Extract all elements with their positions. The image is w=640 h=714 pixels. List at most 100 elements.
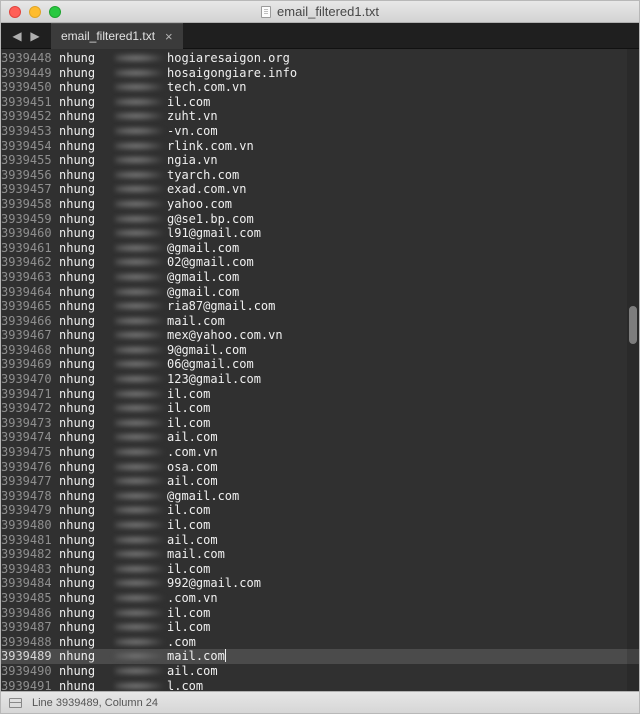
editor-line[interactable]: 3939476nhungosa.com — [1, 460, 639, 475]
editor-line[interactable]: 3939450nhungtech.com.vn — [1, 80, 639, 95]
window-title: email_filtered1.txt — [1, 4, 639, 19]
col-domain: il.com — [167, 620, 639, 635]
redacted-segment — [115, 680, 167, 691]
editor-line[interactable]: 3939449nhunghosaigongiare.info — [1, 66, 639, 81]
editor-window: email_filtered1.txt ◀ ▶ email_filtered1.… — [0, 0, 640, 714]
editor-line[interactable]: 3939473nhungil.com — [1, 416, 639, 431]
col-username: nhung — [59, 66, 115, 81]
redacted-segment — [115, 519, 167, 531]
redacted-segment — [115, 475, 167, 487]
line-number: 3939482 — [1, 547, 59, 562]
nav-forward-icon[interactable]: ▶ — [27, 29, 43, 43]
col-domain: @gmail.com — [167, 270, 639, 285]
col-username: nhung — [59, 562, 115, 577]
scrollbar[interactable] — [627, 49, 639, 691]
col-username: nhung — [59, 241, 115, 256]
editor-line[interactable]: 3939461nhung@gmail.com — [1, 241, 639, 256]
editor-line[interactable]: 3939463nhung@gmail.com — [1, 270, 639, 285]
editor-line[interactable]: 3939489nhungmail.com — [1, 649, 639, 664]
col-username: nhung — [59, 80, 115, 95]
editor-line[interactable]: 3939470nhung123@gmail.com — [1, 372, 639, 387]
redacted-segment — [115, 650, 167, 662]
col-domain: il.com — [167, 387, 639, 402]
editor-line[interactable]: 3939491nhungl.com — [1, 679, 639, 691]
redacted-segment — [115, 67, 167, 79]
editor-line[interactable]: 3939464nhung@gmail.com — [1, 285, 639, 300]
editor-line[interactable]: 3939465nhungria87@gmail.com — [1, 299, 639, 314]
nav-back-icon[interactable]: ◀ — [9, 29, 25, 43]
tab-bar: ◀ ▶ email_filtered1.txt × — [1, 23, 639, 49]
redacted-segment — [115, 125, 167, 137]
editor-line[interactable]: 3939467nhungmex@yahoo.com.vn — [1, 328, 639, 343]
col-username: nhung — [59, 226, 115, 241]
col-username: nhung — [59, 576, 115, 591]
scrollbar-thumb[interactable] — [629, 306, 637, 344]
line-number: 3939451 — [1, 95, 59, 110]
editor-line[interactable]: 3939457nhungexad.com.vn — [1, 182, 639, 197]
redacted-segment — [115, 402, 167, 414]
col-domain: 06@gmail.com — [167, 357, 639, 372]
col-domain: il.com — [167, 401, 639, 416]
editor-line[interactable]: 3939468nhung9@gmail.com — [1, 343, 639, 358]
redacted-segment — [115, 358, 167, 370]
editor-line[interactable]: 3939451nhungil.com — [1, 95, 639, 110]
col-username: nhung — [59, 124, 115, 139]
line-number: 3939487 — [1, 620, 59, 635]
maximize-icon[interactable] — [49, 6, 61, 18]
editor-line[interactable]: 3939455nhungngia.vn — [1, 153, 639, 168]
editor-line[interactable]: 3939469nhung06@gmail.com — [1, 357, 639, 372]
close-icon[interactable] — [9, 6, 21, 18]
col-username: nhung — [59, 153, 115, 168]
editor-line[interactable]: 3939460nhungl91@gmail.com — [1, 226, 639, 241]
col-username: nhung — [59, 343, 115, 358]
tab-active[interactable]: email_filtered1.txt × — [51, 23, 183, 49]
editor-line[interactable]: 3939484nhung992@gmail.com — [1, 576, 639, 591]
editor-line[interactable]: 3939452nhungzuht.vn — [1, 109, 639, 124]
col-domain: @gmail.com — [167, 241, 639, 256]
editor-line[interactable]: 3939485nhung.com.vn — [1, 591, 639, 606]
editor-line[interactable]: 3939486nhungil.com — [1, 606, 639, 621]
editor-line[interactable]: 3939458nhungyahoo.com — [1, 197, 639, 212]
line-number: 3939453 — [1, 124, 59, 139]
col-domain: .com — [167, 635, 639, 650]
editor-line[interactable]: 3939459nhungg@se1.bp.com — [1, 212, 639, 227]
col-username: nhung — [59, 489, 115, 504]
editor-line[interactable]: 3939488nhung.com — [1, 635, 639, 650]
editor-line[interactable]: 3939448nhunghogiaresaigon.org — [1, 51, 639, 66]
editor-area[interactable]: 3939448nhunghogiaresaigon.org3939449nhun… — [1, 49, 639, 691]
editor-line[interactable]: 3939462nhung02@gmail.com — [1, 255, 639, 270]
col-username: nhung — [59, 547, 115, 562]
editor-line[interactable]: 3939456nhungtyarch.com — [1, 168, 639, 183]
line-number: 3939469 — [1, 357, 59, 372]
redacted-segment — [115, 256, 167, 268]
editor-line[interactable]: 3939477nhungail.com — [1, 474, 639, 489]
editor-line[interactable]: 3939466nhungmail.com — [1, 314, 639, 329]
editor-line[interactable]: 3939474nhungail.com — [1, 430, 639, 445]
editor-line[interactable]: 3939475nhung.com.vn — [1, 445, 639, 460]
editor-line[interactable]: 3939483nhungil.com — [1, 562, 639, 577]
editor-line[interactable]: 3939490nhungail.com — [1, 664, 639, 679]
editor-line[interactable]: 3939478nhung@gmail.com — [1, 489, 639, 504]
line-number: 3939490 — [1, 664, 59, 679]
minimize-icon[interactable] — [29, 6, 41, 18]
tab-close-icon[interactable]: × — [165, 30, 173, 43]
editor-line[interactable]: 3939487nhungil.com — [1, 620, 639, 635]
redacted-segment — [115, 534, 167, 546]
col-username: nhung — [59, 474, 115, 489]
line-number: 3939459 — [1, 212, 59, 227]
editor-line[interactable]: 3939479nhungil.com — [1, 503, 639, 518]
editor-line[interactable]: 3939480nhungil.com — [1, 518, 639, 533]
redacted-segment — [115, 577, 167, 589]
panel-switch-icon[interactable] — [9, 698, 22, 708]
col-username: nhung — [59, 679, 115, 691]
editor-line[interactable]: 3939481nhungail.com — [1, 533, 639, 548]
redacted-segment — [115, 490, 167, 502]
col-domain: osa.com — [167, 460, 639, 475]
editor-line[interactable]: 3939472nhungil.com — [1, 401, 639, 416]
editor-line[interactable]: 3939454nhungrlink.com.vn — [1, 139, 639, 154]
titlebar[interactable]: email_filtered1.txt — [1, 1, 639, 23]
editor-line[interactable]: 3939482nhungmail.com — [1, 547, 639, 562]
editor-line[interactable]: 3939471nhungil.com — [1, 387, 639, 402]
editor-line[interactable]: 3939453nhung-vn.com — [1, 124, 639, 139]
col-domain: ail.com — [167, 533, 639, 548]
